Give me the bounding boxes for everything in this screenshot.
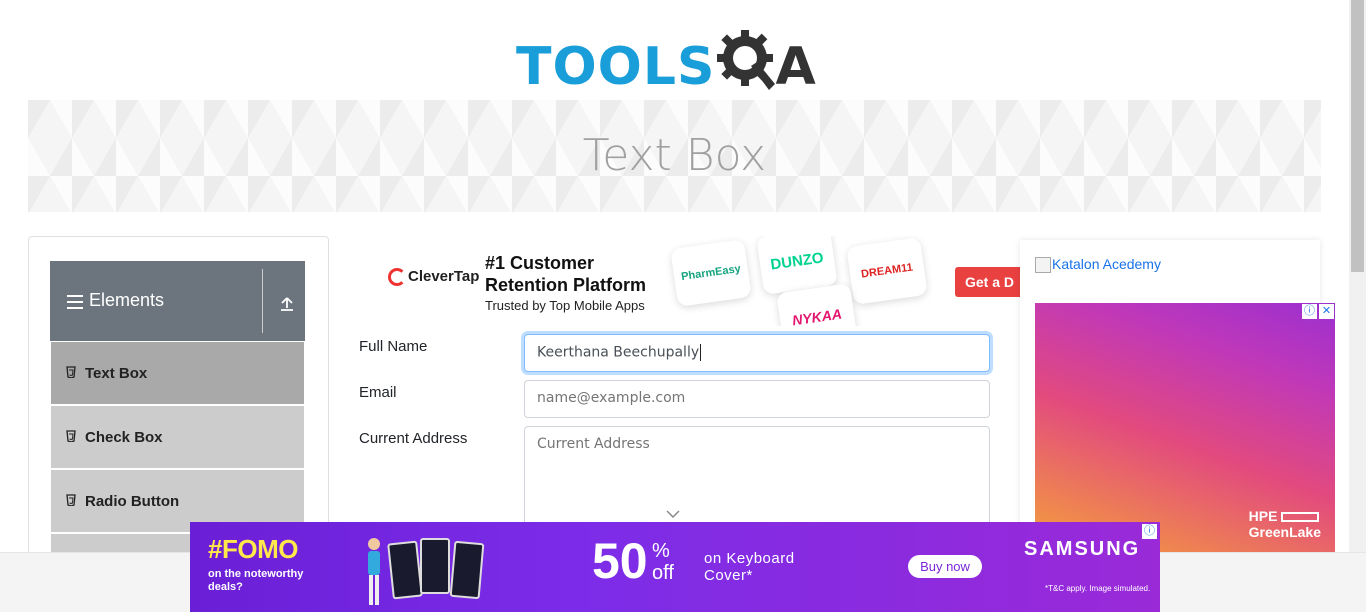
tablet-1 (387, 540, 423, 600)
email-placeholder: name@example.com (537, 390, 686, 406)
hpe-logo: HPE GreenLake (1249, 508, 1321, 540)
logo-text: TOOLSQAA (516, 28, 817, 96)
logo-a-text: A (775, 37, 817, 97)
samsung-logo: SAMSUNG (1024, 538, 1141, 560)
chevron-down-icon[interactable] (666, 509, 680, 519)
html-doc-icon (66, 430, 76, 442)
samsung-ad[interactable]: #FOMO on the noteworthy deals? 50 % off o… (190, 522, 1160, 612)
toolsqa-logo[interactable]: TOOLSQAA (514, 14, 844, 93)
discount-pct-off: % off (652, 540, 674, 584)
pharmeasy-tile: PharmEasy (670, 239, 752, 307)
html-doc-icon (66, 494, 76, 506)
sidebar-item-label: Radio Button (85, 493, 180, 510)
ad-close-icon[interactable]: ✕ (1319, 304, 1334, 319)
sidebar-group-elements[interactable]: Elements (50, 261, 305, 341)
hamburger-icon (67, 295, 83, 309)
logo-tools-text: TOOLS (516, 37, 716, 97)
ad-info-icon[interactable]: ⓘ (1302, 304, 1317, 319)
full-name-input[interactable]: Keerthana Beechupally (524, 334, 990, 372)
dream11-tile: DREAM11 (846, 237, 928, 305)
page-title: Text Box (582, 130, 767, 181)
katalon-alt-text: Katalon Acedemy (1052, 256, 1161, 272)
current-address-textarea[interactable]: Current Address (524, 426, 990, 536)
tablets-image (362, 532, 512, 606)
discount-number: 50 (592, 533, 648, 589)
clevertap-logo: CleverTap (388, 268, 480, 287)
fomo-headline: #FOMO (208, 534, 298, 564)
bottom-ad-info-icon[interactable]: ⓘ (1142, 524, 1157, 539)
person-icon (368, 538, 380, 605)
sidebar-item-text-box[interactable]: Text Box (51, 342, 304, 404)
fine-print: *T&C apply. Image simulated. (1045, 584, 1151, 593)
clevertap-ring-icon (388, 268, 406, 287)
email-label: Email (359, 384, 397, 401)
scrollbar-thumb[interactable] (1351, 0, 1364, 272)
email-input[interactable]: name@example.com (524, 380, 990, 418)
ad-cta-button[interactable]: Get a D (955, 267, 1020, 297)
clevertap-ad[interactable]: CleverTap #1 Customer Retention Platform… (360, 236, 1020, 326)
pct-sign: % (652, 540, 670, 562)
address-placeholder: Current Address (537, 436, 650, 452)
page-banner: Text Box (28, 100, 1321, 212)
hpe-logo-line1: HPE (1248, 508, 1278, 524)
hpe-rect-icon (1281, 512, 1320, 523)
clevertap-brand: CleverTap (408, 268, 480, 285)
tablet-2 (420, 538, 450, 594)
full-name-value: Keerthana Beechupally (537, 344, 700, 361)
collapse-up-icon[interactable] (278, 295, 296, 313)
gear-icon (717, 30, 776, 90)
hpe-greenlake-ad[interactable]: HPE GreenLake (1035, 303, 1335, 552)
tablet-3 (449, 540, 485, 600)
offer-text: on Keyboard Cover* (704, 550, 795, 584)
buy-now-button[interactable]: Buy now (908, 555, 982, 578)
ad-headline: #1 Customer Retention Platform (485, 253, 647, 295)
fomo-subline: on the noteworthy deals? (208, 568, 304, 593)
current-address-label: Current Address (359, 430, 468, 447)
katalon-academy-link[interactable]: Katalon Acedemy (1035, 256, 1161, 274)
full-name-label: Full Name (359, 338, 428, 355)
sidebar-item-check-box[interactable]: Check Box (51, 406, 304, 468)
broken-image-icon (1035, 257, 1051, 274)
hpe-logo-line2: GreenLake (1248, 524, 1321, 540)
ad-subline: Trusted by Top Mobile Apps (485, 298, 645, 313)
html-doc-icon (66, 366, 76, 378)
off-text: off (652, 562, 674, 584)
sidebar-item-label: Check Box (85, 429, 163, 446)
text-caret (700, 344, 702, 361)
header-divider (262, 269, 263, 333)
sidebar-group-title: Elements (89, 290, 165, 310)
sidebar-item-label: Text Box (85, 365, 148, 382)
